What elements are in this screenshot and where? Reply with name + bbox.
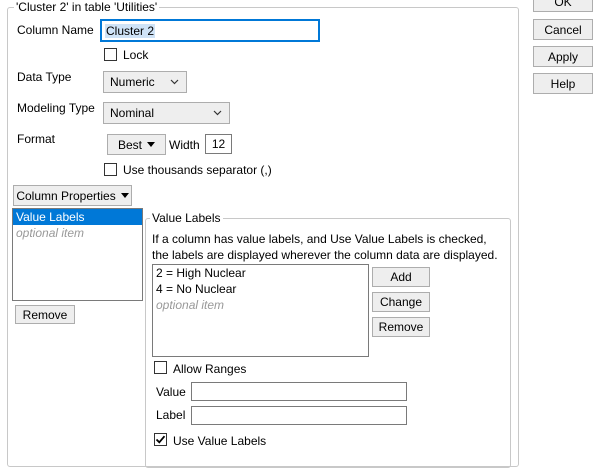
chevron-down-icon [170,79,179,85]
checkmark-icon [155,435,166,444]
allow-ranges-checkbox[interactable] [154,361,167,374]
value-labels-description: If a column has value labels, and Use Va… [152,232,498,262]
ok-button[interactable]: OK [533,0,593,12]
format-label: Format [17,132,56,146]
format-menu-button[interactable]: Best [107,134,166,155]
cancel-button-label: Cancel [544,22,582,37]
column-properties-label: Column Properties [16,188,116,203]
change-button-label: Change [379,295,423,309]
format-value: Best [117,137,142,152]
list-item[interactable]: optional item [13,225,142,241]
allow-ranges-label: Allow Ranges [173,362,247,376]
add-button[interactable]: Add [372,267,430,287]
label-field-label: Label [156,408,186,422]
use-value-labels-label: Use Value Labels [173,434,267,448]
list-item[interactable]: 4 = No Nuclear [153,281,368,297]
help-button[interactable]: Help [533,73,593,94]
list-item[interactable]: 2 = High Nuclear [153,265,368,281]
value-labels-title: Value Labels [150,211,223,225]
data-type-label: Data Type [17,70,72,84]
help-button-label: Help [550,76,576,91]
chevron-down-icon [213,110,222,116]
remove-value-label-button[interactable]: Remove [372,317,430,337]
width-value: 12 [211,137,226,151]
width-input[interactable]: 12 [205,134,232,154]
thousands-separator-checkbox[interactable] [104,163,117,176]
apply-button[interactable]: Apply [533,46,593,67]
modeling-type-select[interactable]: Nominal [103,102,230,124]
label-input[interactable] [191,406,407,425]
data-type-select[interactable]: Numeric [103,71,187,93]
data-type-value: Numeric [110,75,155,89]
lock-checkbox[interactable] [104,48,117,61]
change-button[interactable]: Change [372,292,430,312]
group-title: 'Cluster 2' in table 'Utilities' [14,0,160,14]
width-label: Width [169,138,200,152]
add-button-label: Add [390,270,412,284]
column-properties-button[interactable]: Column Properties [13,185,132,206]
triangle-down-icon [120,193,129,198]
modeling-type-label: Modeling Type [17,101,95,115]
triangle-down-icon [147,142,155,147]
remove-value-label-label: Remove [378,320,424,334]
column-properties-list[interactable]: Value Labels optional item [12,208,143,301]
apply-button-label: Apply [547,49,579,64]
list-item[interactable]: optional item [153,297,368,313]
value-labels-list[interactable]: 2 = High Nuclear 4 = No Nuclear optional… [152,264,369,357]
cancel-button[interactable]: Cancel [533,19,593,40]
value-input[interactable] [191,382,407,401]
remove-property-button[interactable]: Remove [15,305,75,324]
column-name-value: Cluster 2 [105,23,156,38]
remove-property-label: Remove [22,307,68,322]
column-name-label: Column Name [17,23,94,37]
value-field-label: Value [156,385,186,399]
column-name-input[interactable]: Cluster 2 [101,20,319,41]
use-value-labels-checkbox[interactable] [154,433,167,446]
thousands-separator-label: Use thousands separator (,) [123,163,272,177]
list-item[interactable]: Value Labels [13,209,142,225]
lock-label: Lock [123,48,149,62]
ok-button-label: OK [554,0,572,9]
modeling-type-value: Nominal [110,106,155,120]
